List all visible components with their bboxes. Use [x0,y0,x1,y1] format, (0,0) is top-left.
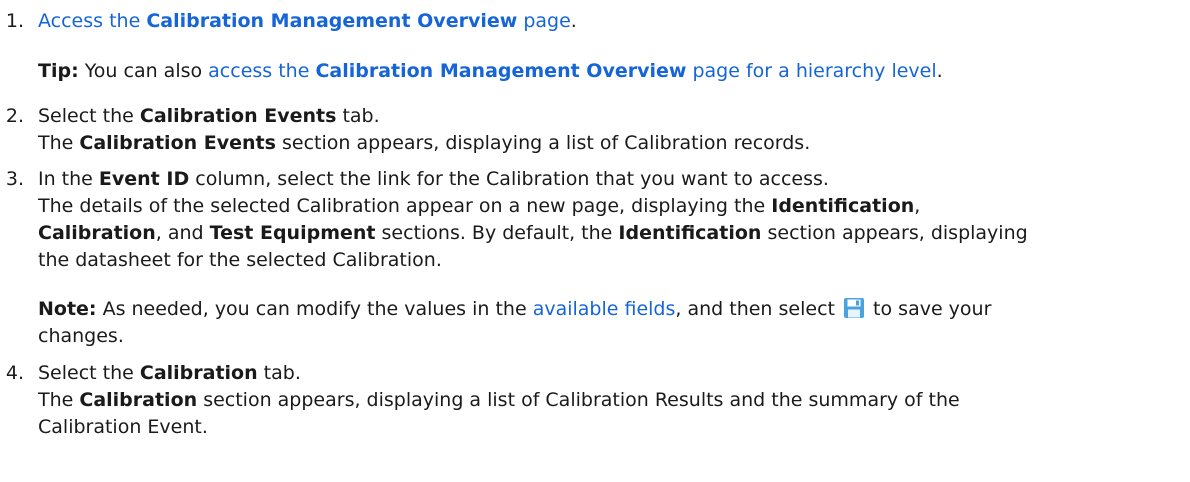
calibration-overview-link[interactable]: Access the Calibration Management Overvi… [38,10,571,32]
note-label: Note: [38,298,97,320]
tip-label: Tip: [38,60,79,82]
step-number: 4. [5,362,24,384]
procedure-document: 1. Access the Calibration Management Ove… [0,0,1190,482]
save-icon[interactable] [843,297,865,319]
step-number: 3. [5,168,24,190]
step-number: 1. [5,10,24,32]
step-text: Access the Calibration Management Overvi… [38,10,577,32]
hierarchy-level-link[interactable]: access the Calibration Management Overvi… [208,60,936,82]
step-text: Select the Calibration tab. [38,362,301,384]
step-text: Select the Calibration Events tab. [38,105,380,127]
available-fields-link[interactable]: available fields [533,298,676,320]
step-text: In the Event ID column, select the link … [38,168,829,190]
step-number: 2. [5,105,24,127]
